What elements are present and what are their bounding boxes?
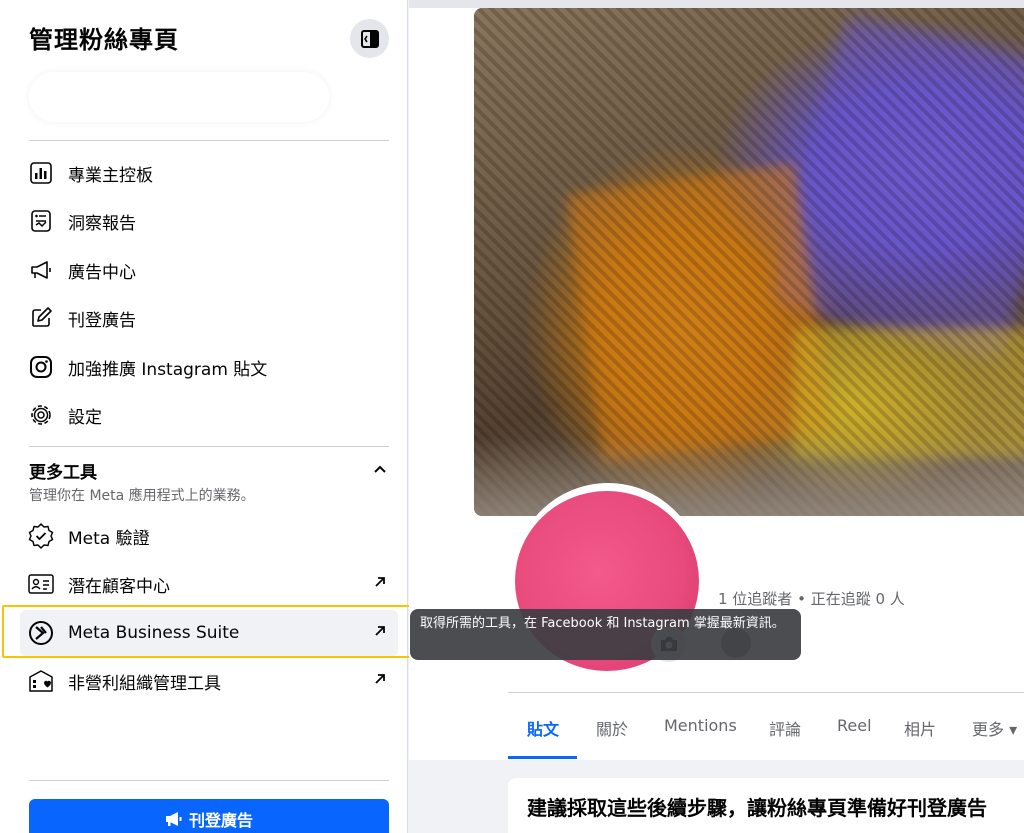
- collapse-sidebar-button[interactable]: [350, 19, 389, 58]
- cover-photo[interactable]: [474, 8, 1024, 516]
- sidebar-title: 管理粉絲專頁: [29, 26, 179, 54]
- tab-posts[interactable]: 貼文: [527, 716, 559, 740]
- megaphone-icon: [28, 257, 54, 283]
- sidebar-item-label: 專業主控板: [68, 165, 153, 186]
- sidebar-item-label: 廣告中心: [68, 262, 136, 283]
- sidebar-item-dashboard[interactable]: 專業主控板: [20, 150, 398, 196]
- sidebar-item-label: 刊登廣告: [68, 310, 136, 331]
- sidebar-item-settings[interactable]: 設定: [20, 392, 398, 438]
- sidebar-item-label: 非營利組織管理工具: [68, 673, 221, 694]
- edit-icon: [28, 305, 54, 331]
- divider: [508, 692, 1024, 693]
- tab-reels[interactable]: Reel: [837, 716, 872, 735]
- sidebar-item-ad-center[interactable]: 廣告中心: [20, 247, 398, 293]
- sidebar-item-leads-center[interactable]: 潛在顧客中心: [20, 561, 398, 607]
- page-switcher[interactable]: [29, 72, 329, 122]
- active-tab-indicator: [508, 756, 577, 759]
- nonprofit-icon: [28, 668, 54, 694]
- sidebar-item-label: 潛在顧客中心: [68, 576, 170, 597]
- page-main: 1 位追蹤者 • 正在追蹤 0 人 貼文 關於 Mentions 評論 Reel…: [409, 0, 1024, 833]
- instagram-icon: [28, 354, 54, 380]
- business-suite-tooltip: 取得所需的工具，在 Facebook 和 Instagram 掌握最新資訊。: [410, 609, 801, 660]
- sidebar-item-label: 設定: [68, 407, 102, 428]
- tab-mentions[interactable]: Mentions: [664, 716, 737, 735]
- verified-icon: [28, 523, 54, 549]
- more-tools-subtitle: 管理你在 Meta 應用程式上的業務。: [29, 488, 255, 504]
- sidebar-item-meta-verified[interactable]: Meta 驗證: [20, 513, 398, 559]
- suggestion-card: 建議採取這些後續步驟，讓粉絲專頁準備好刊登廣告: [508, 778, 1024, 833]
- external-link-icon: [375, 577, 385, 587]
- leads-icon: [28, 571, 54, 597]
- top-strip: [409, 0, 1024, 8]
- tab-more[interactable]: 更多 ▾: [972, 716, 1017, 740]
- insights-icon: [28, 208, 54, 234]
- sidebar-item-nonprofit-tools[interactable]: 非營利組織管理工具: [20, 658, 398, 704]
- megaphone-icon: [165, 812, 182, 826]
- divider: [29, 140, 389, 141]
- tab-about[interactable]: 關於: [596, 716, 628, 740]
- sidebar-item-label: Meta 驗證: [68, 528, 150, 549]
- dashboard-icon: [28, 160, 54, 186]
- external-link-icon: [375, 674, 385, 684]
- create-ad-label: 刊登廣告: [188, 811, 253, 830]
- divider: [29, 446, 389, 447]
- sidebar-item-insights[interactable]: 洞察報告: [20, 198, 398, 244]
- sidebar-toggle-icon: [360, 29, 379, 48]
- sidebar-item-boost-instagram[interactable]: 加強推廣 Instagram 貼文: [20, 344, 398, 390]
- tab-reviews[interactable]: 評論: [769, 716, 801, 740]
- follower-count[interactable]: 1 位追蹤者 • 正在追蹤 0 人: [718, 588, 905, 609]
- sidebar-item-create-ad[interactable]: 刊登廣告: [20, 295, 398, 341]
- highlight-frame: [2, 605, 413, 658]
- suggestion-card-title: 建議採取這些後續步驟，讓粉絲專頁準備好刊登廣告: [527, 796, 987, 820]
- gear-icon: [28, 402, 54, 428]
- manage-page-sidebar: 管理粉絲專頁 專業主控板 洞察報告 廣告中心 刊登廣告 加強推廣 Instagr…: [0, 0, 413, 833]
- sidebar-item-label: 加強推廣 Instagram 貼文: [68, 359, 268, 380]
- divider: [29, 780, 389, 781]
- tab-photos[interactable]: 相片: [904, 716, 936, 740]
- sidebar-item-label: 洞察報告: [68, 213, 136, 234]
- create-ad-button[interactable]: 刊登廣告: [29, 799, 389, 833]
- chevron-up-icon[interactable]: [372, 461, 388, 477]
- more-tools-title: 更多工具: [29, 463, 97, 483]
